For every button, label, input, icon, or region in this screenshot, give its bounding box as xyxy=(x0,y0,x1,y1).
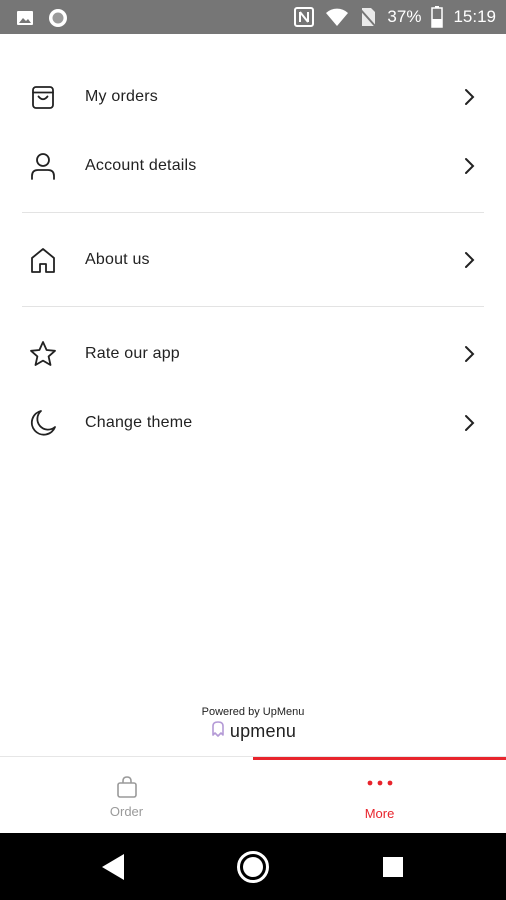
menu-item-label: Change theme xyxy=(85,413,193,431)
wifi-icon xyxy=(325,7,349,27)
shopping-bag-icon xyxy=(115,775,139,804)
divider xyxy=(22,306,484,307)
chevron-right-icon xyxy=(465,157,475,174)
powered-by: Powered by UpMenu upmenu xyxy=(0,706,506,743)
menu-item-about-us[interactable]: About us xyxy=(0,225,506,294)
system-navigation-bar xyxy=(0,833,506,900)
bottom-navigation: Order More xyxy=(0,756,506,834)
user-icon xyxy=(28,151,58,181)
menu-item-label: Rate our app xyxy=(85,344,180,362)
recents-button[interactable] xyxy=(353,833,433,900)
home-button[interactable] xyxy=(213,833,293,900)
home-icon xyxy=(28,245,58,275)
clock: 15:19 xyxy=(453,7,496,26)
upmenu-logo-text: upmenu xyxy=(229,721,297,741)
home-circle-icon xyxy=(237,850,269,883)
battery-percent: 37% xyxy=(387,7,422,26)
circle-icon xyxy=(48,8,68,28)
moon-icon xyxy=(28,408,58,438)
menu-item-account-details[interactable]: Account details xyxy=(0,131,506,200)
menu-item-rate-our-app[interactable]: Rate our app xyxy=(0,319,506,388)
back-button[interactable] xyxy=(73,833,153,900)
menu-item-my-orders[interactable]: My orders xyxy=(0,62,506,131)
chevron-right-icon xyxy=(465,414,475,431)
image-icon xyxy=(16,9,34,27)
menu-item-label: My orders xyxy=(85,87,158,105)
powered-by-text: Powered by UpMenu xyxy=(201,706,305,718)
menu-item-label: About us xyxy=(85,250,150,268)
recents-square-icon xyxy=(383,856,403,877)
back-triangle-icon xyxy=(102,853,124,880)
shopping-bag-icon xyxy=(28,82,58,112)
star-icon xyxy=(28,339,58,369)
more-dots-icon xyxy=(366,775,394,793)
tab-label: Order xyxy=(109,804,144,819)
upmenu-logo[interactable]: upmenu xyxy=(0,720,506,743)
more-menu: My orders Account details About us Rate … xyxy=(0,62,506,457)
status-bar: 37% 15:19 xyxy=(0,0,506,34)
chevron-right-icon xyxy=(465,345,475,362)
tab-order[interactable]: Order xyxy=(0,757,253,834)
nfc-icon xyxy=(293,6,315,28)
menu-item-label: Account details xyxy=(85,156,197,174)
menu-item-change-theme[interactable]: Change theme xyxy=(0,388,506,457)
divider xyxy=(22,212,484,213)
upmenu-logo-icon xyxy=(210,720,226,743)
chevron-right-icon xyxy=(465,251,475,268)
battery-icon xyxy=(431,6,444,28)
tab-more[interactable]: More xyxy=(253,757,506,834)
chevron-right-icon xyxy=(465,88,475,105)
tab-label: More xyxy=(364,806,395,821)
no-sim-icon xyxy=(359,6,378,28)
